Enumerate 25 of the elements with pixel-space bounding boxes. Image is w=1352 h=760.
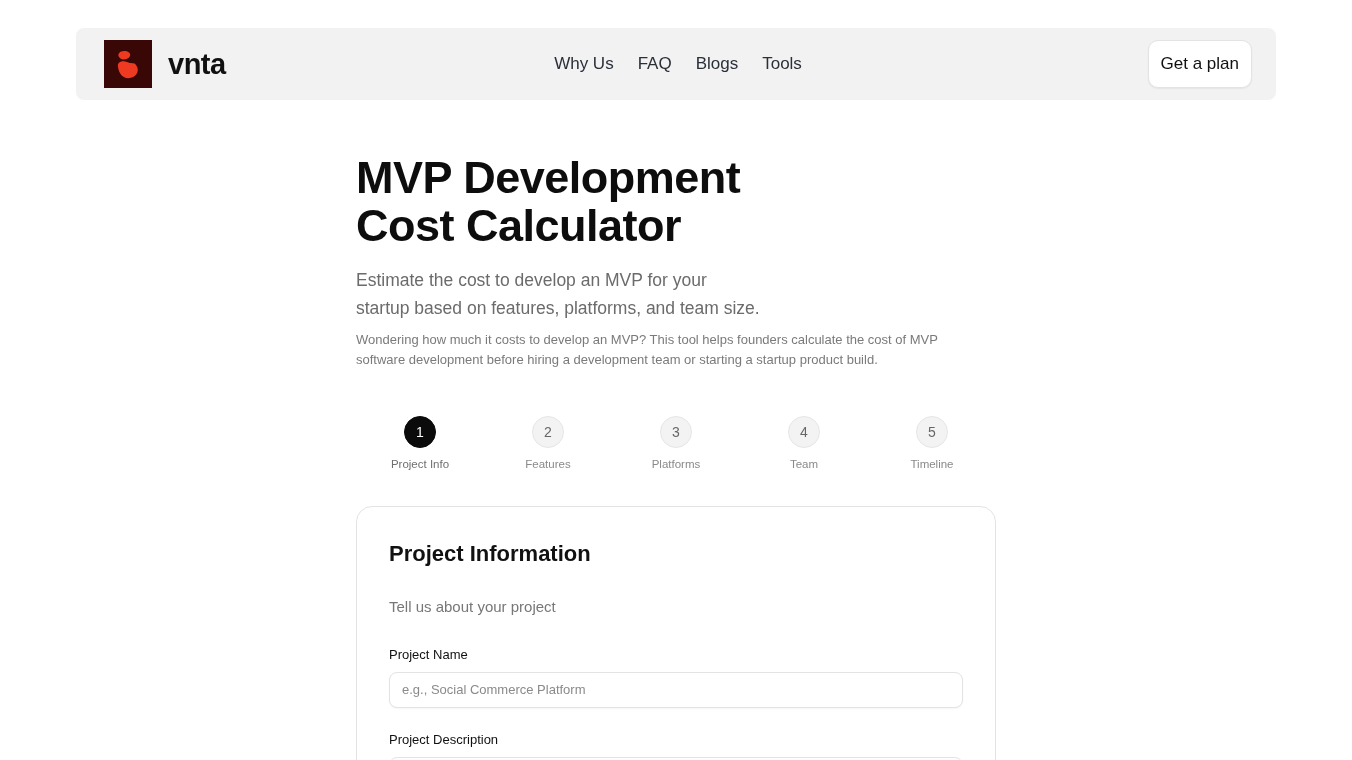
- step-label: Team: [789, 457, 819, 472]
- nav-link[interactable]: Tools: [762, 51, 802, 77]
- step-number[interactable]: 1: [404, 416, 436, 448]
- nav-link[interactable]: Blogs: [695, 51, 739, 77]
- step-label: Project Info: [390, 457, 450, 472]
- step-number[interactable]: 4: [788, 416, 820, 448]
- step-number[interactable]: 2: [532, 416, 564, 448]
- logo-icon[interactable]: [104, 40, 152, 88]
- step-number[interactable]: 3: [660, 416, 692, 448]
- text-input-field[interactable]: e.g., Social Commerce Platform: [389, 671, 963, 708]
- nav-link[interactable]: FAQ: [637, 51, 672, 77]
- page-title: MVP Development Cost Calculator: [356, 154, 742, 250]
- step-label: Timeline: [910, 457, 954, 472]
- nav-link[interactable]: Why Us: [554, 51, 614, 77]
- brand-name[interactable]: vnta: [168, 49, 226, 79]
- step-number[interactable]: 5: [916, 416, 948, 448]
- page-subtitle: Estimate the cost to develop an MVP for your startup based on features, platforms, and team size.: [356, 269, 761, 320]
- get-plan-button[interactable]: Get a plan: [1147, 40, 1252, 88]
- card-subtitle: Tell us about your project: [389, 597, 557, 618]
- page-description: Wondering how much it costs to develop an MVP? This tool helps founders calculate the cost of MVP software development before hiring a development team or starting a startup product build.: [356, 331, 939, 369]
- field-label: Project Description: [389, 730, 500, 749]
- field-label: Project Name: [389, 645, 469, 664]
- card-title: Project Information: [389, 540, 592, 569]
- step-label: Platforms: [651, 457, 701, 472]
- step-label: Features: [525, 457, 571, 472]
